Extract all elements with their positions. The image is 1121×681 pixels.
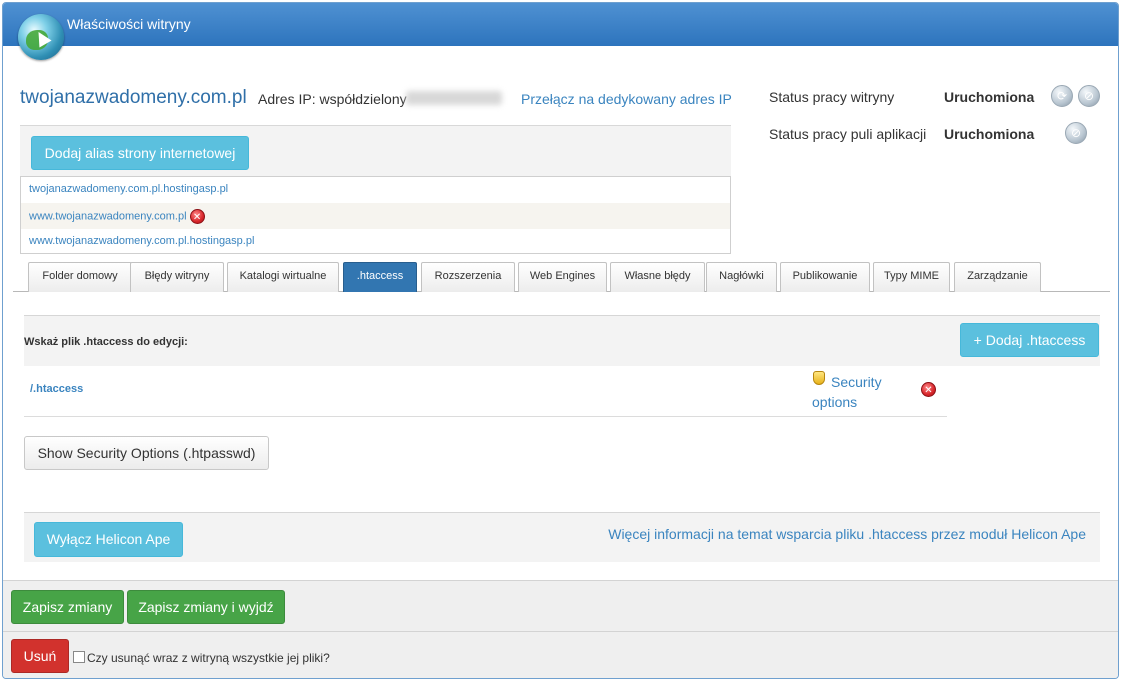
list-item[interactable]: www.twojanazwadomeny.com.pl.hostingasp.p…: [21, 229, 730, 255]
ip-address-value-blurred: [406, 91, 502, 105]
delete-button[interactable]: Usuń: [11, 639, 69, 673]
delete-files-checkbox[interactable]: [73, 651, 85, 663]
save-and-exit-button[interactable]: Zapisz zmiany i wyjdź: [127, 590, 285, 624]
switch-dedicated-ip-link[interactable]: Przełącz na dedykowany adres IP: [521, 91, 732, 107]
tab-zarzadzanie[interactable]: Zarządzanie: [954, 262, 1041, 292]
window-title: Właściwości witryny: [67, 16, 191, 32]
list-item[interactable]: www.twojanazwadomeny.com.pl ✕: [21, 203, 730, 229]
alias-link[interactable]: www.twojanazwadomeny.com.pl: [29, 210, 187, 222]
pool-status-value: Uruchomiona: [944, 126, 1035, 142]
disable-helicon-button[interactable]: Wyłącz Helicon Ape: [34, 522, 183, 557]
footer-divider: [3, 631, 1118, 632]
alias-link[interactable]: twojanazwadomeny.com.pl.hostingasp.pl: [29, 183, 228, 195]
alias-link[interactable]: www.twojanazwadomeny.com.pl.hostingasp.p…: [29, 235, 254, 247]
pool-status-label: Status pracy puli aplikacji: [769, 126, 927, 142]
delete-icon[interactable]: ✕: [921, 382, 936, 397]
tab-publikowanie[interactable]: Publikowanie: [780, 262, 870, 292]
table-row: [24, 366, 947, 417]
globe-icon: [18, 14, 64, 60]
alias-list: twojanazwadomeny.com.pl.hostingasp.pl ww…: [20, 176, 731, 254]
stop-icon[interactable]: ⊘: [1078, 85, 1100, 107]
save-button[interactable]: Zapisz zmiany: [11, 590, 124, 624]
site-properties-window: Właściwości witryny twojanazwadomeny.com…: [2, 2, 1119, 679]
htaccess-select-label: Wskaż plik .htaccess do edycji:: [24, 336, 188, 348]
delete-files-label: Czy usunąć wraz z witryną wszystkie jej …: [87, 651, 330, 665]
add-alias-button[interactable]: Dodaj alias strony internetowej: [31, 136, 249, 170]
tab-naglowki[interactable]: Nagłówki: [706, 262, 777, 292]
tab-bledy-witryny[interactable]: Błędy witryny: [130, 262, 224, 292]
list-item[interactable]: twojanazwadomeny.com.pl.hostingasp.pl: [21, 177, 730, 203]
security-options-link[interactable]: Security options: [812, 372, 912, 412]
refresh-icon[interactable]: ⟳: [1051, 85, 1073, 107]
tab-htaccess[interactable]: .htaccess: [343, 262, 417, 292]
htaccess-file-link[interactable]: /.htaccess: [30, 383, 83, 395]
site-status-label: Status pracy witryny: [769, 89, 895, 105]
helicon-info-link[interactable]: Więcej informacji na temat wsparcia plik…: [608, 526, 1086, 542]
window-header: Właściwości witryny: [3, 3, 1118, 46]
tab-rozszerzenia[interactable]: Rozszerzenia: [421, 262, 515, 292]
tab-wlasne-bledy[interactable]: Własne błędy: [610, 262, 705, 292]
domain-name: twojanazwadomeny.com.pl: [20, 87, 247, 108]
ip-address-label: Adres IP: współdzielony: [258, 91, 407, 107]
show-security-options-button[interactable]: Show Security Options (.htpasswd): [24, 436, 269, 470]
stop-icon[interactable]: ⊘: [1065, 122, 1087, 144]
delete-icon[interactable]: ✕: [189, 209, 205, 224]
add-htaccess-button[interactable]: + Dodaj .htaccess: [960, 323, 1099, 357]
site-status-value: Uruchomiona: [944, 89, 1035, 105]
tab-folder-domowy[interactable]: Folder domowy: [28, 262, 132, 292]
tab-web-engines[interactable]: Web Engines: [518, 262, 607, 292]
tab-bar: Folder domowy Błędy witryny Katalogi wir…: [13, 262, 1110, 292]
tab-typy-mime[interactable]: Typy MIME: [873, 262, 950, 292]
tab-katalogi-wirtualne[interactable]: Katalogi wirtualne: [227, 262, 339, 292]
